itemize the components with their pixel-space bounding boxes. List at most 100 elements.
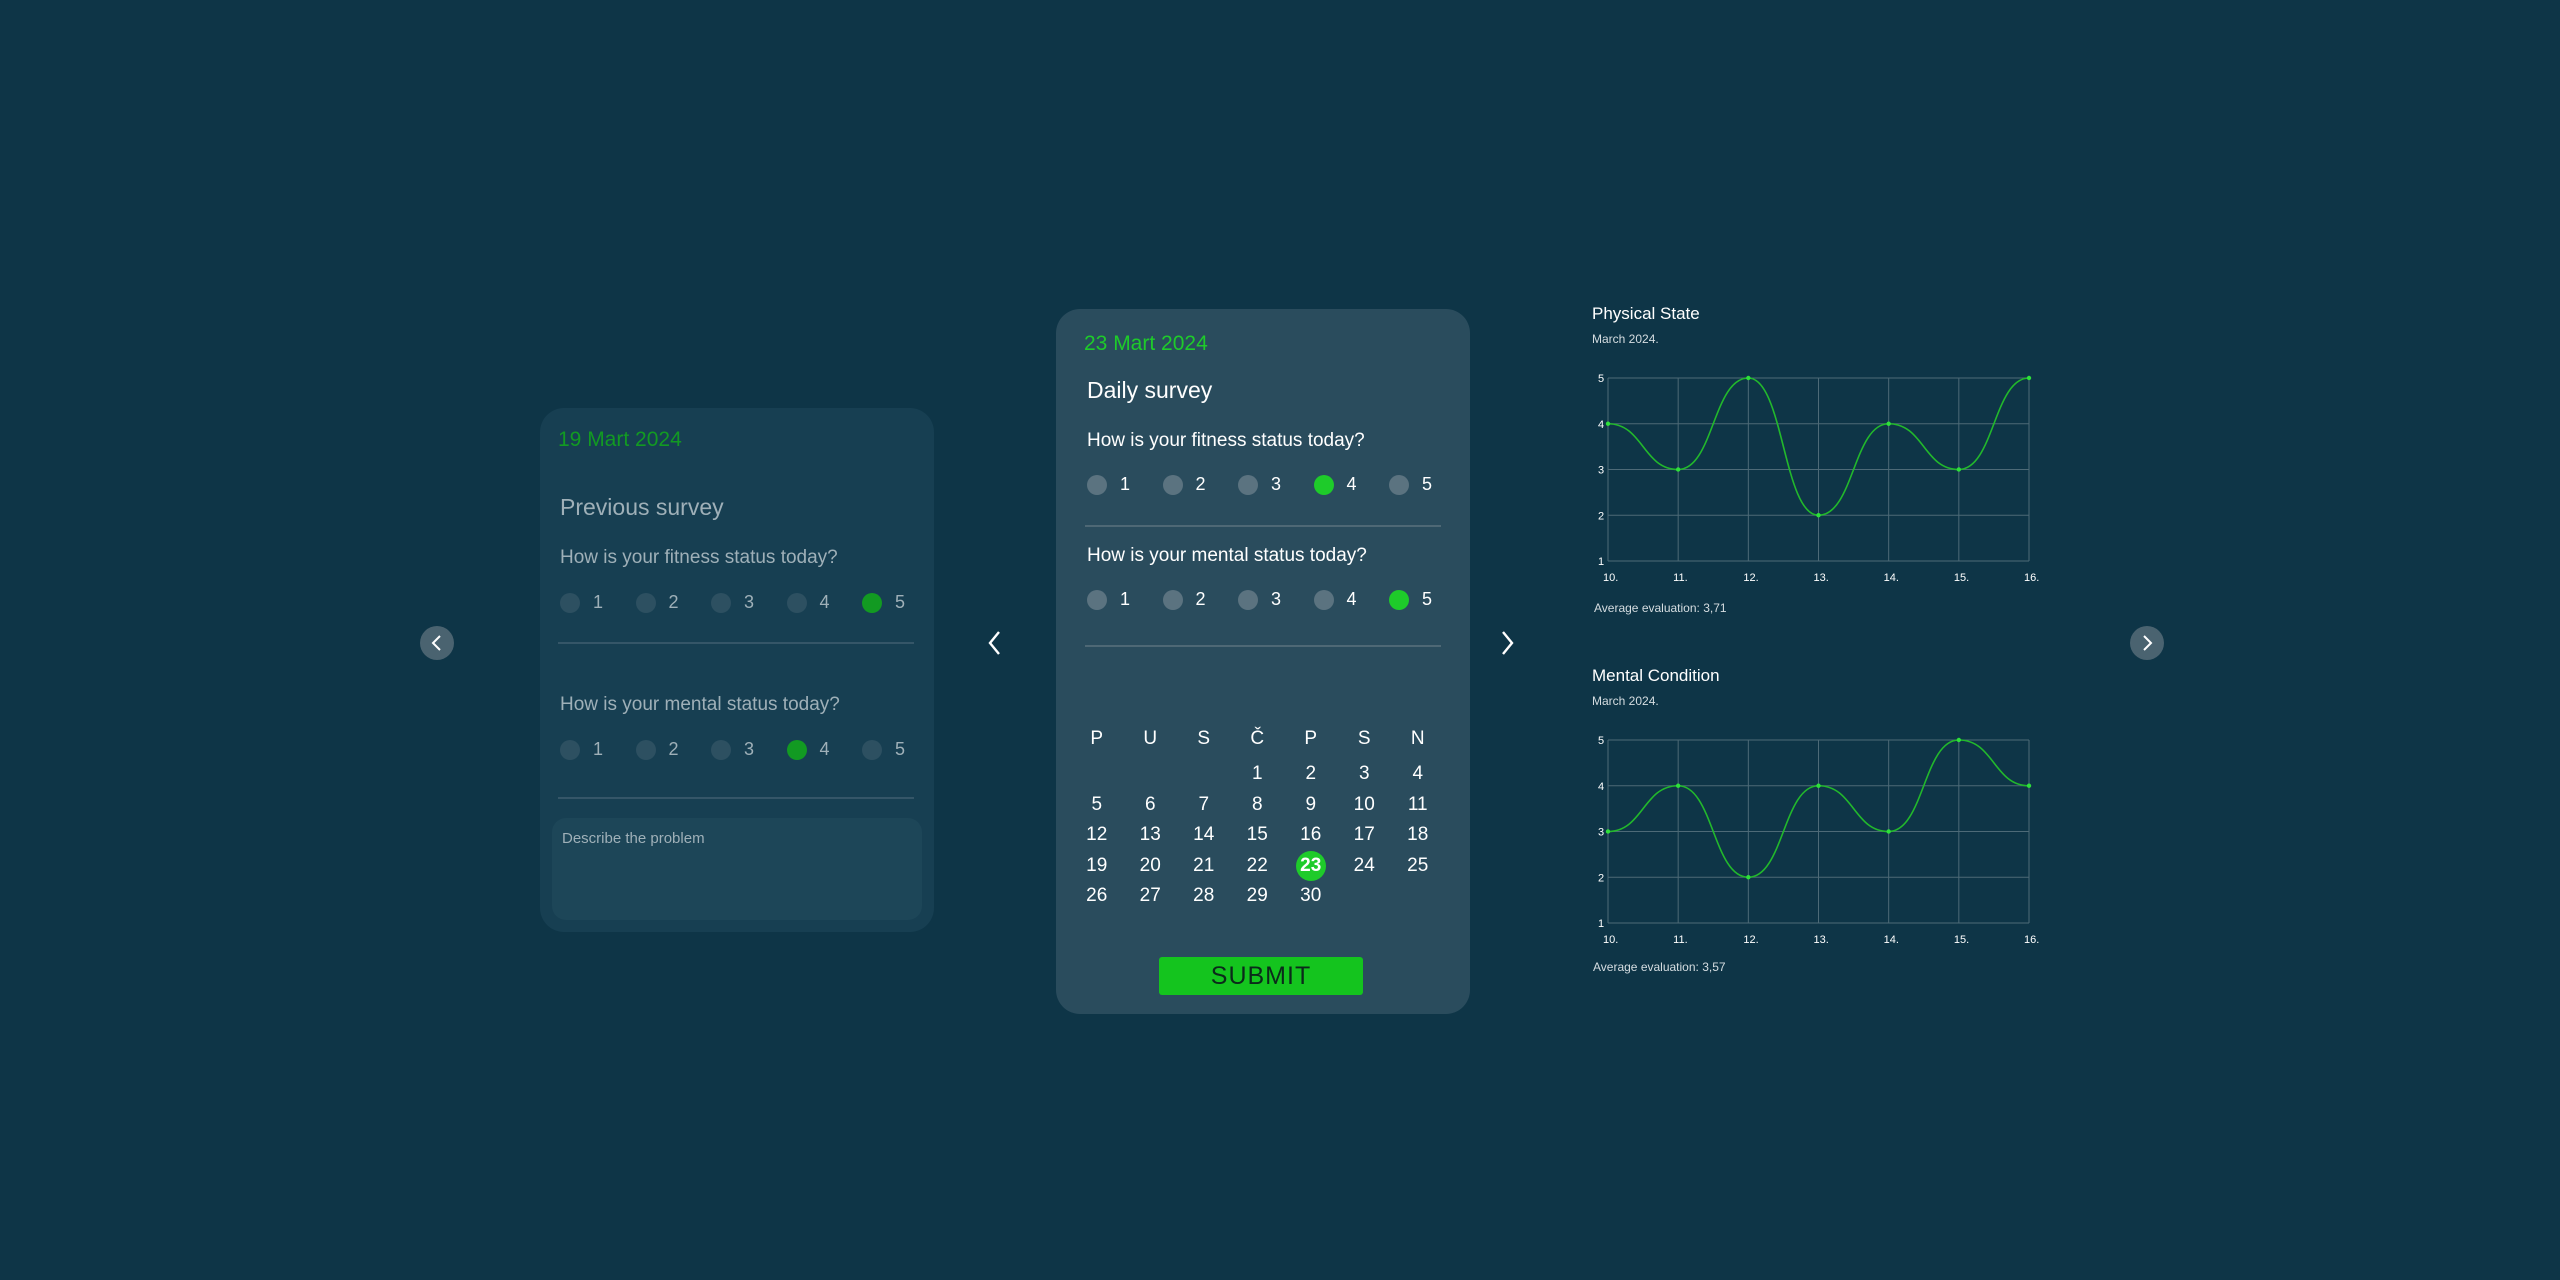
chevron-right-icon <box>2143 635 2153 651</box>
x-tick-label: 15. <box>1954 934 1969 946</box>
data-point <box>1746 875 1751 880</box>
x-tick-label: 14. <box>1884 934 1899 946</box>
rating-option-2[interactable]: 2 <box>1162 474 1239 495</box>
rating-option-label: 2 <box>668 739 679 759</box>
rating-option-5[interactable]: 5 <box>862 739 905 760</box>
calendar-day[interactable]: 10 <box>1338 790 1392 821</box>
data-point <box>1816 783 1821 788</box>
calendar-day[interactable]: 6 <box>1124 790 1178 821</box>
mental-condition-chart: Mental Condition March 2024. 1 2 3 4 5 10. 11.… <box>1592 665 2052 985</box>
chevron-left-icon <box>431 635 441 651</box>
rating-option-1[interactable]: 1 <box>560 592 636 613</box>
calendar-day[interactable]: 9 <box>1284 790 1338 821</box>
calendar-day[interactable]: 3 <box>1338 759 1392 790</box>
next-survey-button[interactable] <box>1492 623 1522 663</box>
calendar-day[interactable]: 30 <box>1284 881 1338 912</box>
rating-option-4[interactable]: 4 <box>786 739 863 760</box>
rating-option-5[interactable]: 5 <box>1389 589 1432 610</box>
x-tick-label: 11. <box>1673 572 1687 584</box>
calendar-day[interactable]: 12 <box>1070 820 1124 851</box>
radio-icon <box>1162 474 1183 495</box>
radio-selected-icon <box>786 739 807 760</box>
rating-option-4[interactable]: 4 <box>1313 474 1390 495</box>
rating-option-3[interactable]: 3 <box>1238 589 1314 610</box>
divider <box>558 642 914 644</box>
x-tick-label: 16. <box>2024 572 2039 584</box>
calendar-day-today[interactable]: 23 <box>1284 850 1338 882</box>
calendar-day[interactable]: 16 <box>1284 820 1338 851</box>
calendar-day[interactable]: 2 <box>1284 759 1338 790</box>
radio-selected-icon <box>1389 589 1409 610</box>
y-tick-label: 3 <box>1598 465 1604 477</box>
radio-icon <box>560 739 580 760</box>
calendar-day-number: 17 <box>1353 824 1375 846</box>
previous-survey-button[interactable] <box>980 623 1010 663</box>
calendar-day[interactable]: 20 <box>1124 851 1178 882</box>
calendar-day[interactable]: 17 <box>1338 820 1392 851</box>
calendar-day[interactable]: 19 <box>1070 851 1124 882</box>
rating-option-label: 1 <box>593 592 604 612</box>
weekday-header: P <box>1304 728 1318 749</box>
rating-option-4[interactable]: 4 <box>786 592 863 613</box>
rating-option-2[interactable]: 2 <box>635 592 712 613</box>
rating-option-2[interactable]: 2 <box>635 739 712 760</box>
y-tick-label: 2 <box>1598 510 1604 522</box>
physical-state-chart: Physical State March 2024. 1 2 3 4 5 10. 11. 12… <box>1592 303 2052 623</box>
calendar-day[interactable]: 27 <box>1124 881 1178 912</box>
calendar-day[interactable]: 13 <box>1124 820 1178 851</box>
rating-option-1[interactable]: 1 <box>560 739 636 760</box>
rating-option-4[interactable]: 4 <box>1313 589 1390 610</box>
calendar-day[interactable]: 29 <box>1231 881 1285 912</box>
rating-option-2[interactable]: 2 <box>1162 589 1239 610</box>
rating-option-label: 2 <box>1195 589 1206 609</box>
calendar-day[interactable]: 28 <box>1177 881 1231 912</box>
next-page-button[interactable] <box>2130 626 2164 660</box>
calendar-day[interactable]: 24 <box>1338 851 1392 882</box>
rating-option-label: 5 <box>895 592 906 612</box>
calendar-day[interactable]: 25 <box>1391 851 1445 882</box>
calendar-day-number: 24 <box>1353 854 1375 876</box>
data-point <box>1746 375 1751 381</box>
calendar-day[interactable]: 22 <box>1231 851 1285 882</box>
weekday-header: U <box>1143 728 1158 749</box>
calendar-day[interactable]: 21 <box>1177 851 1231 882</box>
problem-description-input[interactable] <box>552 818 922 920</box>
calendar-day[interactable]: 4 <box>1391 759 1445 790</box>
calendar-day-number: 20 <box>1139 854 1161 876</box>
x-tick-label: 12. <box>1743 572 1758 584</box>
calendar-day[interactable]: 14 <box>1177 820 1231 851</box>
x-tick-label: 15. <box>1954 572 1969 584</box>
rating-option-1[interactable]: 1 <box>1087 474 1163 495</box>
calendar-day[interactable]: 26 <box>1070 881 1124 912</box>
calendar-day-number: 12 <box>1086 824 1108 846</box>
calendar-day[interactable]: 18 <box>1391 820 1445 851</box>
rating-option-1[interactable]: 1 <box>1087 589 1163 610</box>
previous-page-button[interactable] <box>420 626 454 660</box>
calendar-day[interactable]: 7 <box>1177 790 1231 821</box>
data-point <box>1675 783 1681 788</box>
radio-icon <box>635 592 656 613</box>
y-tick-label: 3 <box>1598 827 1604 839</box>
rating-option-3[interactable]: 3 <box>711 739 787 760</box>
submit-button[interactable]: SUBMIT <box>1159 957 1363 995</box>
calendar-day[interactable]: 5 <box>1070 790 1124 821</box>
calendar-day[interactable]: 15 <box>1231 820 1285 851</box>
weekday-header: S <box>1357 728 1371 749</box>
calendar-day-number: 16 <box>1300 824 1322 846</box>
divider <box>1085 525 1441 527</box>
rating-option-5[interactable]: 5 <box>1389 474 1432 495</box>
calendar-day[interactable]: 11 <box>1391 790 1445 821</box>
calendar-day-number: 23 <box>1295 850 1326 881</box>
data-point <box>1605 421 1611 426</box>
calendar-day[interactable]: 8 <box>1231 790 1285 821</box>
calendar-day-number: 28 <box>1193 885 1215 907</box>
rating-option-3[interactable]: 3 <box>1238 474 1314 495</box>
data-point <box>1675 467 1681 472</box>
rating-option-5[interactable]: 5 <box>862 592 905 613</box>
average-evaluation: Average evaluation: 3,71 <box>1594 601 1727 615</box>
rating-option-label: 5 <box>1422 474 1433 494</box>
rating-option-3[interactable]: 3 <box>711 592 787 613</box>
calendar-day[interactable]: 1 <box>1231 759 1285 790</box>
mental-rating-group: 1 2 3 4 5 <box>560 739 905 760</box>
data-point <box>1886 421 1891 426</box>
